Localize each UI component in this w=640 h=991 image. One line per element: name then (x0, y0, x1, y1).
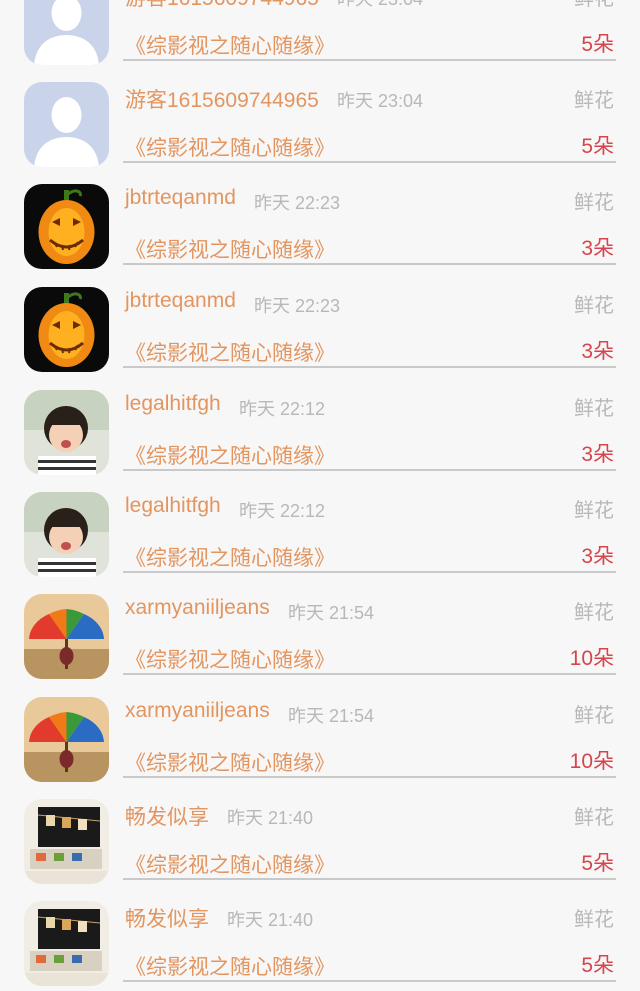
username[interactable]: 游客1615609744965 (125, 84, 319, 114)
gift-type: 鲜花 (574, 500, 614, 522)
username[interactable]: xarmyaniiljeans (125, 699, 270, 723)
gift-type: 鲜花 (574, 90, 614, 112)
work-title-link[interactable]: 《综影视之随心随缘》 (125, 234, 335, 264)
work-title-link[interactable]: 《综影视之随心随缘》 (125, 132, 335, 162)
list-item[interactable]: 游客1615609744965 昨天 23:04 鲜花 《综影视之随心随缘》 5… (0, 0, 640, 73)
gift-type: 鲜花 (574, 807, 614, 829)
gift-type: 鲜花 (574, 192, 614, 214)
avatar[interactable] (24, 390, 109, 475)
timestamp: 昨天 23:04 (337, 0, 423, 11)
gift-type: 鲜花 (574, 295, 614, 317)
timestamp: 昨天 22:12 (239, 399, 326, 419)
divider (123, 59, 616, 61)
list-item[interactable]: 畅发似享 昨天 21:40 鲜花 《综影视之随心随缘》 5朵 (0, 891, 640, 991)
list-item[interactable]: legalhitfgh 昨天 22:12 鲜花 《综影视之随心随缘》 3朵 (0, 482, 640, 585)
list-item[interactable]: xarmyaniiljeans 昨天 21:54 鲜花 《综影视之随心随缘》 1… (0, 687, 640, 790)
avatar[interactable] (24, 901, 109, 986)
gift-count: 10朵 (569, 647, 614, 670)
list-item[interactable]: xarmyaniiljeans 昨天 21:54 鲜花 《综影视之随心随缘》 1… (0, 584, 640, 687)
divider (123, 571, 616, 573)
username[interactable]: 畅发似享 (125, 903, 209, 933)
avatar[interactable] (24, 799, 109, 884)
avatar[interactable] (24, 0, 109, 65)
gift-count: 3朵 (581, 545, 614, 568)
username[interactable]: legalhitfgh (125, 494, 221, 518)
timestamp: 昨天 22:23 (254, 193, 341, 213)
list-item[interactable]: legalhitfgh 昨天 22:12 鲜花 《综影视之随心随缘》 3朵 (0, 380, 640, 483)
list-item[interactable]: 畅发似享 昨天 21:40 鲜花 《综影视之随心随缘》 5朵 (0, 789, 640, 892)
gift-count: 3朵 (581, 237, 614, 260)
list-item[interactable]: 游客1615609744965 昨天 23:04 鲜花 《综影视之随心随缘》 5… (0, 72, 640, 175)
avatar[interactable] (24, 697, 109, 782)
gift-record-list: 游客1615609744965 昨天 23:04 鲜花 《综影视之随心随缘》 5… (0, 0, 640, 991)
timestamp: 昨天 21:40 (227, 808, 314, 828)
divider (123, 980, 616, 982)
work-title-link[interactable]: 《综影视之随心随缘》 (125, 542, 335, 572)
username[interactable]: 畅发似享 (125, 801, 209, 831)
gift-type: 鲜花 (574, 398, 614, 420)
gift-count: 10朵 (569, 750, 614, 773)
divider (123, 469, 616, 471)
list-item[interactable]: jbtrteqanmd 昨天 22:23 鲜花 《综影视之随心随缘》 3朵 (0, 174, 640, 277)
username[interactable]: jbtrteqanmd (125, 186, 236, 210)
divider (123, 878, 616, 880)
divider (123, 673, 616, 675)
divider (123, 263, 616, 265)
username[interactable]: legalhitfgh (125, 392, 221, 416)
username[interactable]: jbtrteqanmd (125, 289, 236, 313)
gift-count: 3朵 (581, 340, 614, 363)
timestamp: 昨天 21:40 (227, 910, 314, 930)
gift-count: 5朵 (581, 33, 614, 56)
gift-count: 3朵 (581, 443, 614, 466)
divider (123, 776, 616, 778)
avatar[interactable] (24, 287, 109, 372)
timestamp: 昨天 23:04 (337, 91, 424, 111)
divider (123, 161, 616, 163)
work-title-link[interactable]: 《综影视之随心随缘》 (125, 440, 335, 470)
timestamp: 昨天 22:12 (239, 501, 326, 521)
list-item[interactable]: jbtrteqanmd 昨天 22:23 鲜花 《综影视之随心随缘》 3朵 (0, 277, 640, 380)
divider (123, 366, 616, 368)
work-title-link[interactable]: 《综影视之随心随缘》 (125, 747, 335, 777)
username[interactable]: 游客1615609744965 (125, 0, 319, 12)
timestamp: 昨天 22:23 (254, 296, 341, 316)
gift-count: 5朵 (581, 135, 614, 158)
avatar[interactable] (24, 492, 109, 577)
username[interactable]: xarmyaniiljeans (125, 596, 270, 620)
gift-type: 鲜花 (574, 602, 614, 624)
work-title-link[interactable]: 《综影视之随心随缘》 (125, 644, 335, 674)
avatar[interactable] (24, 82, 109, 167)
avatar[interactable] (24, 184, 109, 269)
gift-type: 鲜花 (574, 0, 614, 11)
gift-count: 5朵 (581, 954, 614, 977)
work-title-link[interactable]: 《综影视之随心随缘》 (125, 30, 335, 60)
work-title-link[interactable]: 《综影视之随心随缘》 (125, 849, 335, 879)
avatar[interactable] (24, 594, 109, 679)
gift-type: 鲜花 (574, 909, 614, 931)
timestamp: 昨天 21:54 (288, 603, 375, 623)
work-title-link[interactable]: 《综影视之随心随缘》 (125, 951, 335, 981)
gift-count: 5朵 (581, 852, 614, 875)
work-title-link[interactable]: 《综影视之随心随缘》 (125, 337, 335, 367)
gift-type: 鲜花 (574, 705, 614, 727)
timestamp: 昨天 21:54 (288, 706, 375, 726)
